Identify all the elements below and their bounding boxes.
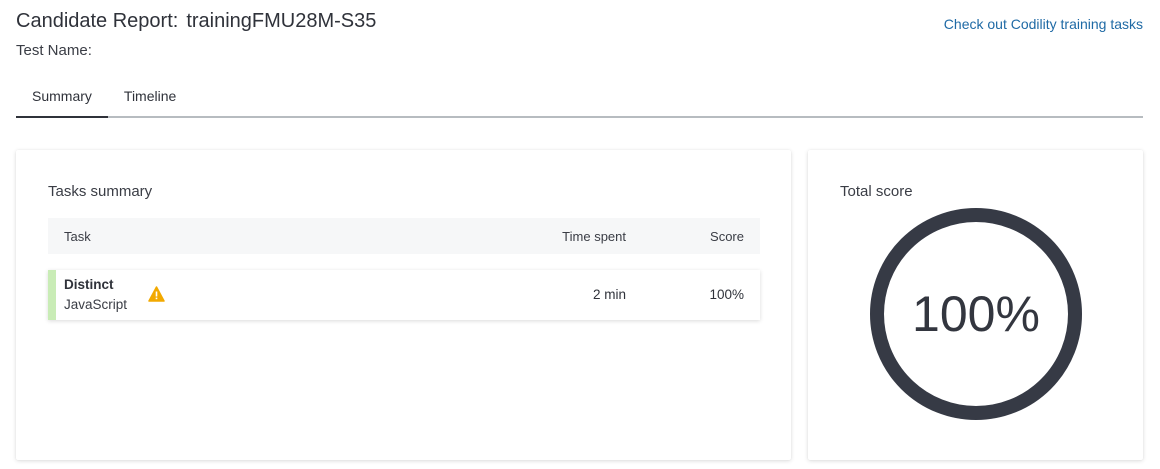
tasks-table-header: Task Time spent Score — [48, 218, 760, 254]
task-score: 100% — [709, 287, 744, 302]
column-header-time: Time spent — [562, 229, 626, 244]
column-header-score: Score — [710, 229, 744, 244]
tab-summary[interactable]: Summary — [16, 80, 108, 118]
task-time-spent: 2 min — [592, 287, 626, 302]
total-score-card: Total score 100% — [808, 150, 1143, 460]
column-header-task: Task — [64, 229, 91, 244]
test-name-label: Test Name: — [16, 42, 92, 59]
task-row[interactable]: Distinct JavaScript 2 min 100% — [48, 270, 760, 320]
task-language: JavaScript — [64, 297, 128, 312]
report-tabs: Summary Timeline — [16, 80, 1143, 118]
candidate-id: trainingFMU28M-S35 — [186, 10, 377, 32]
tab-timeline[interactable]: Timeline — [108, 80, 192, 116]
tasks-summary-heading: Tasks summary — [48, 183, 153, 200]
page-title: Candidate Report: — [16, 10, 179, 32]
warning-triangle-icon[interactable] — [148, 286, 165, 302]
total-score-heading: Total score — [840, 183, 913, 200]
task-status-bar — [48, 270, 56, 320]
training-tasks-link[interactable]: Check out Codility training tasks — [944, 16, 1143, 32]
task-name: Distinct — [64, 277, 114, 292]
tasks-summary-card: Tasks summary Task Time spent Score Dist… — [16, 150, 791, 460]
report-header: Candidate Report: trainingFMU28M-S35 Che… — [16, 8, 1143, 33]
total-score-value: 100% — [912, 286, 1040, 342]
